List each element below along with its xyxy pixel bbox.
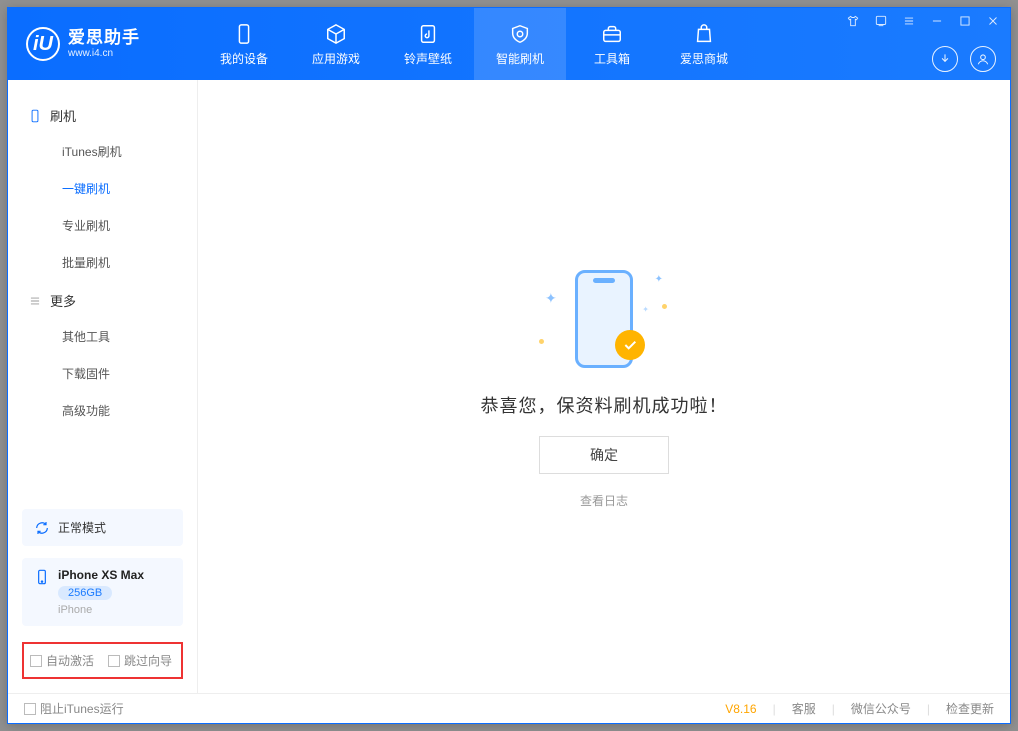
- device-icon: [232, 22, 256, 46]
- separator: |: [773, 702, 776, 716]
- sidebar-item-advanced[interactable]: 高级功能: [8, 392, 197, 429]
- brand-subtitle: www.i4.cn: [68, 48, 140, 59]
- checkbox-auto-activate[interactable]: 自动激活: [30, 652, 94, 669]
- separator: |: [832, 702, 835, 716]
- sidebar-heading-flash: 刷机: [8, 98, 197, 133]
- checkbox-label: 阻止iTunes运行: [40, 700, 124, 717]
- checkbox-icon: [30, 655, 42, 667]
- shirt-icon[interactable]: [844, 12, 862, 30]
- tab-label: 工具箱: [594, 50, 630, 67]
- brand-title: 爱思助手: [68, 29, 140, 48]
- list-icon: [28, 294, 42, 308]
- sync-icon: [34, 520, 50, 536]
- main-content: ✦ ✦ ✦ 恭喜您，保资料刷机成功啦！ 确定 查看日志: [198, 80, 1010, 693]
- device-capacity-badge: 256GB: [58, 586, 112, 600]
- footer-link-support[interactable]: 客服: [792, 700, 816, 717]
- checkbox-block-itunes[interactable]: 阻止iTunes运行: [24, 700, 124, 717]
- separator: |: [927, 702, 930, 716]
- sidebar-item-download-firmware[interactable]: 下载固件: [8, 355, 197, 392]
- footer-link-wechat[interactable]: 微信公众号: [851, 700, 911, 717]
- dot-icon: [662, 304, 667, 309]
- sidebar-group-flash: 刷机 iTunes刷机 一键刷机 专业刷机 批量刷机: [8, 98, 197, 283]
- mode-box[interactable]: 正常模式: [22, 509, 183, 546]
- tab-label: 应用游戏: [312, 50, 360, 67]
- sidebar-heading-more: 更多: [8, 283, 197, 318]
- sidebar-item-other-tools[interactable]: 其他工具: [8, 318, 197, 355]
- sidebar-heading-label: 刷机: [50, 106, 76, 125]
- view-log-link[interactable]: 查看日志: [580, 492, 628, 509]
- tab-label: 我的设备: [220, 50, 268, 67]
- checkbox-label: 跳过向导: [124, 652, 172, 669]
- phone-icon: [28, 109, 42, 123]
- sparkle-icon: ✦: [655, 274, 663, 285]
- ok-button[interactable]: 确定: [539, 436, 669, 474]
- phone-icon: [34, 569, 50, 585]
- sidebar-group-more: 更多 其他工具 下载固件 高级功能: [8, 283, 197, 431]
- sidebar-item-itunes-flash[interactable]: iTunes刷机: [8, 133, 197, 170]
- checkbox-icon: [108, 655, 120, 667]
- device-type: iPhone: [58, 604, 144, 616]
- tab-label: 智能刷机: [496, 50, 544, 67]
- tab-toolbox[interactable]: 工具箱: [566, 8, 658, 80]
- brand: iU 爱思助手 www.i4.cn: [8, 8, 198, 80]
- refresh-shield-icon: [508, 22, 532, 46]
- sparkle-icon: ✦: [642, 305, 649, 314]
- checkbox-icon: [24, 703, 36, 715]
- checkbox-skip-guide[interactable]: 跳过向导: [108, 652, 172, 669]
- tab-label: 爱思商城: [680, 50, 728, 67]
- sidebar: 刷机 iTunes刷机 一键刷机 专业刷机 批量刷机 更多 其他工具 下载固件 …: [8, 80, 198, 693]
- sidebar-item-pro-flash[interactable]: 专业刷机: [8, 207, 197, 244]
- tab-apps-games[interactable]: 应用游戏: [290, 8, 382, 80]
- sidebar-item-oneclick-flash[interactable]: 一键刷机: [8, 170, 197, 207]
- feedback-icon[interactable]: [872, 12, 890, 30]
- device-name: iPhone XS Max: [58, 568, 144, 582]
- close-icon[interactable]: [984, 12, 1002, 30]
- tab-ringtones-wallpapers[interactable]: 铃声壁纸: [382, 8, 474, 80]
- success-illustration: ✦ ✦ ✦: [539, 264, 669, 374]
- footer-link-update[interactable]: 检查更新: [946, 700, 994, 717]
- header: iU 爱思助手 www.i4.cn 我的设备 应用游戏 铃声壁纸 智能刷机: [8, 8, 1010, 80]
- cube-icon: [324, 22, 348, 46]
- sparkle-icon: ✦: [545, 290, 557, 307]
- maximize-icon[interactable]: [956, 12, 974, 30]
- tab-store[interactable]: 爱思商城: [658, 8, 750, 80]
- footer: 阻止iTunes运行 V8.16 | 客服 | 微信公众号 | 检查更新: [8, 693, 1010, 723]
- body: 刷机 iTunes刷机 一键刷机 专业刷机 批量刷机 更多 其他工具 下载固件 …: [8, 80, 1010, 693]
- brand-logo: iU: [26, 27, 60, 61]
- music-file-icon: [416, 22, 440, 46]
- tab-label: 铃声壁纸: [404, 50, 452, 67]
- sidebar-item-batch-flash[interactable]: 批量刷机: [8, 244, 197, 281]
- user-icon[interactable]: [970, 46, 996, 72]
- toolbox-icon: [600, 22, 624, 46]
- dot-icon: [539, 339, 544, 344]
- sidebar-heading-label: 更多: [50, 291, 76, 310]
- tab-my-device[interactable]: 我的设备: [198, 8, 290, 80]
- menu-icon[interactable]: [900, 12, 918, 30]
- checkbox-label: 自动激活: [46, 652, 94, 669]
- top-tabs: 我的设备 应用游戏 铃声壁纸 智能刷机 工具箱 爱思商城: [198, 8, 750, 80]
- check-badge-icon: [615, 330, 645, 360]
- app-window: iU 爱思助手 www.i4.cn 我的设备 应用游戏 铃声壁纸 智能刷机: [7, 7, 1011, 724]
- device-box[interactable]: iPhone XS Max 256GB iPhone: [22, 558, 183, 626]
- header-actions: [932, 46, 996, 72]
- minimize-icon[interactable]: [928, 12, 946, 30]
- download-icon[interactable]: [932, 46, 958, 72]
- window-controls: [844, 12, 1002, 30]
- mode-label: 正常模式: [58, 519, 106, 536]
- version-label: V8.16: [725, 702, 756, 716]
- flash-options-highlighted: 自动激活 跳过向导: [22, 642, 183, 679]
- bag-icon: [692, 22, 716, 46]
- tab-smart-flash[interactable]: 智能刷机: [474, 8, 566, 80]
- success-title: 恭喜您，保资料刷机成功啦！: [481, 392, 728, 418]
